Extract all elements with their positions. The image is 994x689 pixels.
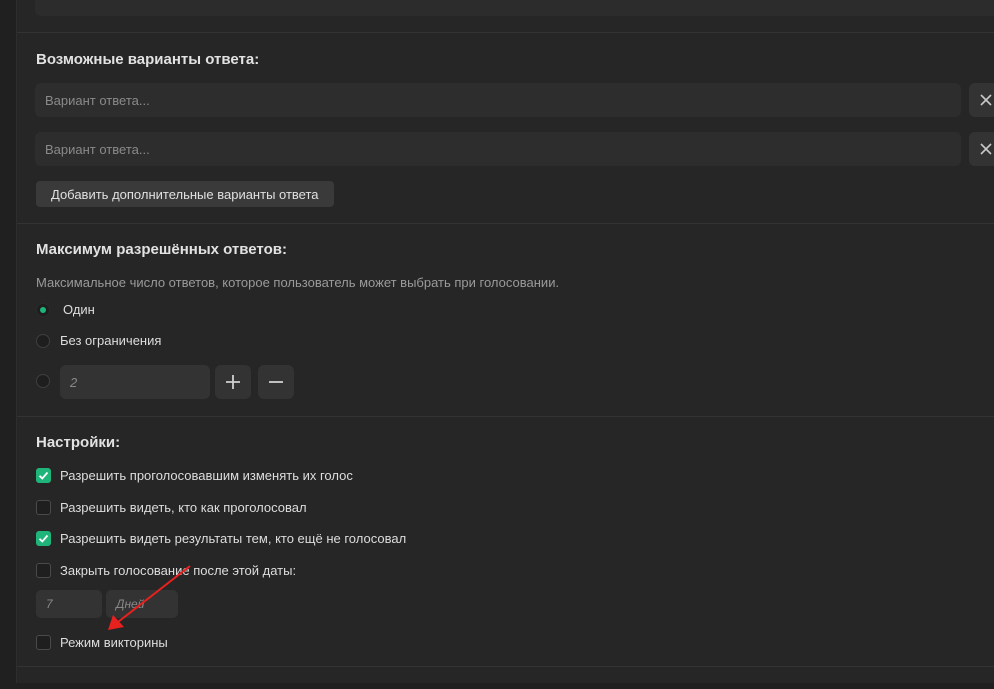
radio-label: Один — [63, 302, 95, 317]
add-answer-button[interactable]: Добавить дополнительные варианты ответа — [36, 181, 334, 207]
max-answers-title: Максимум разрешённых ответов: — [36, 241, 287, 258]
settings-title: Настройки: — [36, 434, 121, 451]
checkmark-icon — [38, 534, 49, 543]
radio-option-unlimited[interactable]: Без ограничения — [36, 333, 161, 348]
previous-field[interactable] — [35, 0, 994, 16]
close-icon — [980, 143, 992, 155]
checkbox-label: Разрешить видеть результаты тем, кто ещё… — [60, 531, 407, 546]
checkbox[interactable] — [36, 531, 51, 546]
divider — [17, 32, 994, 33]
divider — [17, 666, 994, 667]
answer-option-input-1[interactable] — [35, 83, 961, 117]
checkbox[interactable] — [36, 468, 51, 483]
checkbox-label: Разрешить проголосовавшим изменять их го… — [60, 468, 353, 483]
radio-button[interactable] — [36, 333, 50, 348]
checkbox-label: Разрешить видеть, кто как проголосовал — [60, 500, 307, 515]
decrement-button[interactable] — [258, 365, 294, 399]
checkbox[interactable] — [36, 635, 51, 650]
setting-show-results-before-vote[interactable]: Разрешить видеть результаты тем, кто ещё… — [36, 531, 406, 546]
close-icon — [980, 94, 992, 106]
setting-show-voters[interactable]: Разрешить видеть, кто как проголосовал — [36, 500, 307, 515]
max-answers-description: Максимальное число ответов, которое поль… — [36, 275, 560, 290]
divider — [17, 416, 994, 417]
answers-title: Возможные варианты ответа: — [36, 51, 260, 68]
divider — [17, 223, 994, 224]
setting-close-after-date[interactable]: Закрыть голосование после этой даты: — [36, 563, 296, 578]
answer-option-input-2[interactable] — [35, 132, 961, 166]
plus-icon — [226, 375, 240, 389]
checkmark-icon — [38, 471, 49, 480]
radio-button[interactable] — [36, 374, 50, 388]
close-unit-input[interactable]: Дней — [106, 590, 178, 618]
minus-icon — [269, 381, 283, 383]
increment-button[interactable] — [215, 365, 251, 399]
checkbox-label: Закрыть голосование после этой даты: — [60, 563, 297, 578]
remove-answer-button-2[interactable] — [969, 132, 994, 166]
radio-button[interactable] — [36, 302, 50, 317]
setting-quiz-mode[interactable]: Режим викторины — [36, 635, 168, 650]
checkbox[interactable] — [36, 563, 51, 578]
checkbox-label: Режим викторины — [60, 635, 168, 650]
close-days-input[interactable]: 7 — [36, 590, 102, 618]
radio-option-custom[interactable] — [36, 374, 60, 388]
poll-settings-panel: Возможные варианты ответа: Добавить допо… — [16, 0, 994, 683]
remove-answer-button-1[interactable] — [969, 83, 994, 117]
radio-label: Без ограничения — [60, 333, 162, 348]
checkbox[interactable] — [36, 500, 51, 515]
setting-allow-change-vote[interactable]: Разрешить проголосовавшим изменять их го… — [36, 468, 353, 483]
radio-option-one[interactable]: Один — [36, 302, 95, 317]
max-answers-number-input[interactable]: 2 — [60, 365, 210, 399]
